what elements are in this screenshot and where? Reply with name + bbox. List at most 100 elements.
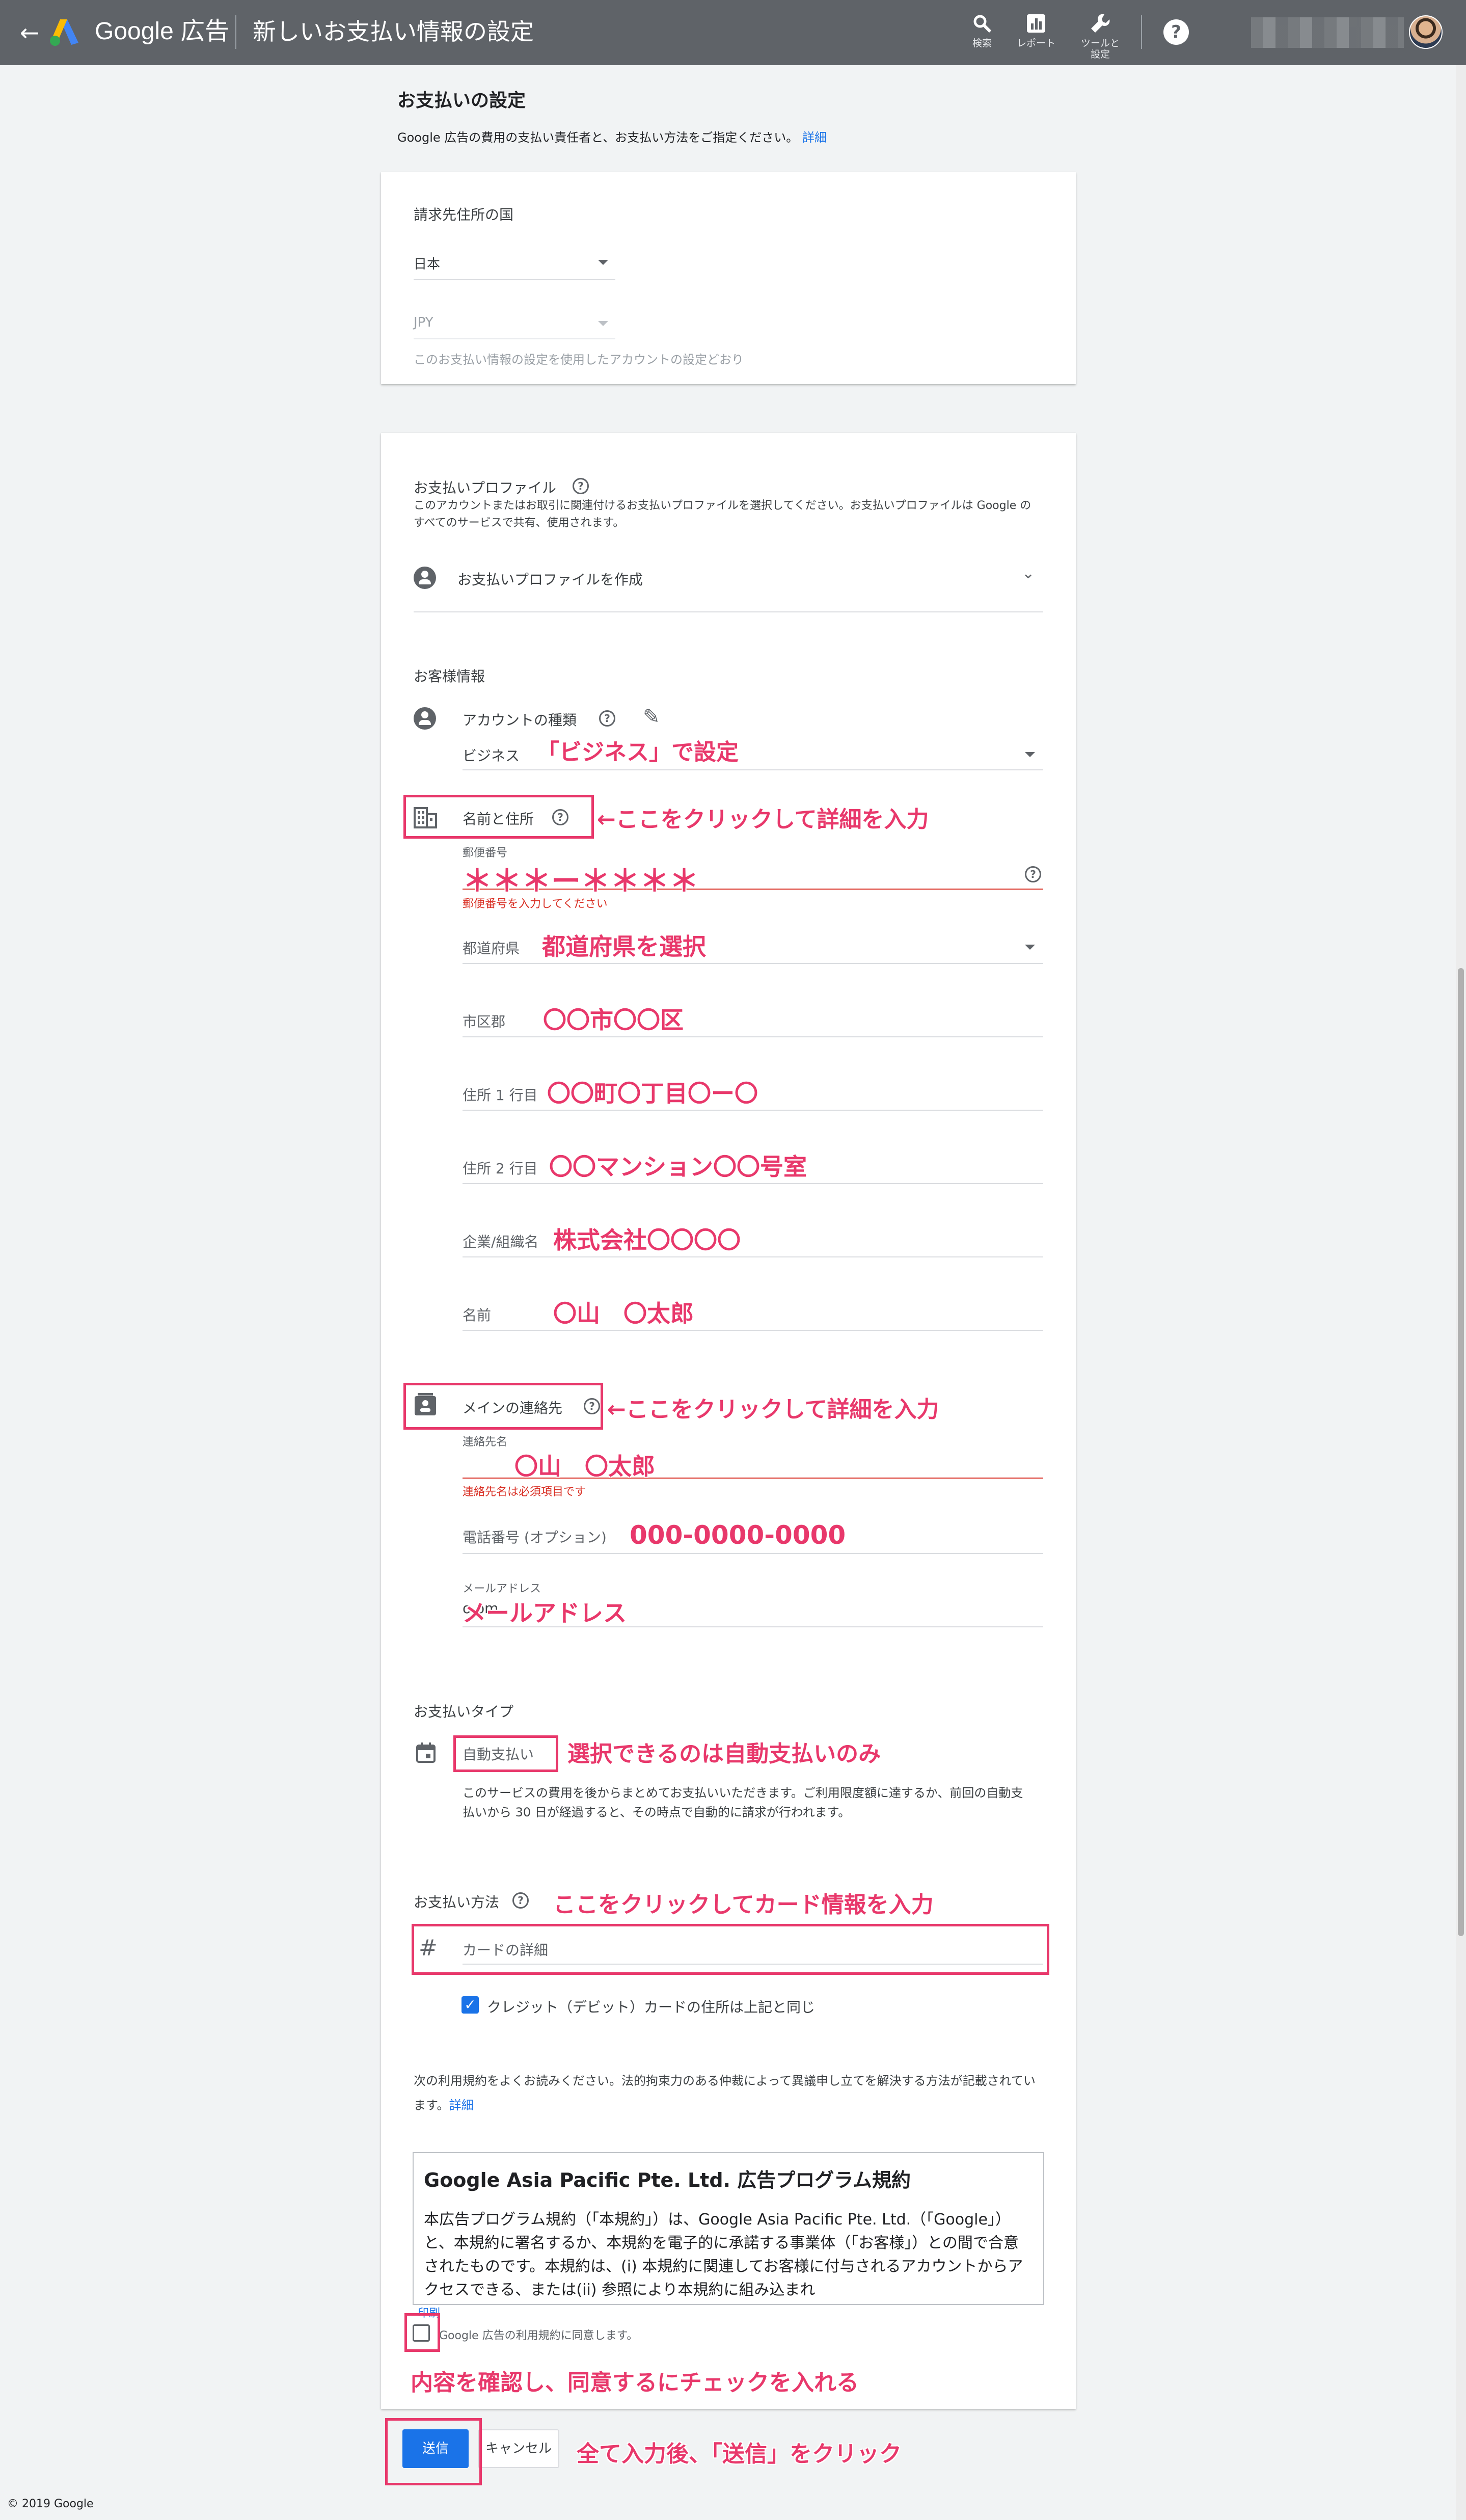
same-address-checkbox[interactable]: ✓ [461,1996,479,2014]
address2-label: 住所 2 行目 [463,1160,538,1177]
company-input-underline[interactable] [463,1256,1043,1257]
search-tool-button[interactable]: 検索 [952,9,1013,49]
account-type-value[interactable]: ビジネス [463,745,520,765]
calendar-icon [416,1742,436,1763]
phone-input-underline[interactable] [463,1553,1043,1554]
annotation-email: メールアドレス [463,1599,627,1627]
page-description-text: Google 広告の費用の支払い責任者と、お支払い方法をご指定ください。 [397,130,799,145]
search-icon [952,9,1013,38]
city-label: 市区郡 [463,1013,506,1030]
scrollbar-thumb[interactable] [1458,968,1464,1936]
search-tool-label: 検索 [972,38,992,49]
avatar[interactable] [1409,15,1443,49]
payment-method-heading: お支払い方法 [414,1894,500,1911]
top-app-bar: ← Google 広告 新しいお支払い情報の設定 検索 レポート ツールと 設定… [0,0,1466,65]
tools-settings-button[interactable]: ツールと 設定 [1070,9,1131,60]
payments-profile-select[interactable]: お支払いプロファイルを作成 [457,569,643,589]
back-arrow-icon[interactable]: ← [14,17,45,48]
country-select-underline [414,279,615,280]
annotation-postal-mask: ＊＊＊ー＊＊＊＊ [463,864,699,898]
terms-body: 本広告プログラム規約（「本規約」）は、Google Asia Pacific P… [424,2211,1023,2299]
account-type-label: アカウントの種類 [463,712,577,729]
terms-scroll-box[interactable]: Google Asia Pacific Pte. Ltd. 広告プログラム規約 … [413,2152,1044,2305]
payment-type-description: このサービスの費用を後からまとめてお支払いいただきます。ご利用限度額に達するか、… [463,1786,1023,1819]
city-input-underline[interactable] [463,1036,1043,1037]
cancel-button[interactable]: キャンセル [478,2429,559,2468]
company-label: 企業/組織名 [463,1234,539,1250]
address1-input-underline[interactable] [463,1110,1043,1111]
annotation-payment-type: 選択できるのは自動支払いのみ [567,1741,881,1767]
report-tool-label: レポート [1016,38,1055,49]
prefecture-dropdown-icon[interactable] [1025,945,1035,950]
help-circle-icon[interactable]: ? [1025,866,1041,882]
tools-label-line2: 設定 [1090,49,1110,60]
account-info-redacted[interactable] [1251,17,1404,48]
annotation-click-contact: ←ここをクリックして詳細を入力 [607,1397,939,1423]
contact-name-label: 連絡先名 [463,1436,508,1449]
annotation-name: 〇山 〇太郎 [553,1300,694,1327]
payment-type-heading: お支払いタイプ [414,1703,514,1720]
annotation-address2: 〇〇マンション〇〇号室 [549,1153,807,1181]
account-type-underline [463,769,1043,770]
wrench-icon [1070,9,1131,38]
annotation-agree: 内容を確認し、同意するにチェックを入れる [411,2370,859,2396]
chevron-down-icon[interactable]: ⌄ [1022,565,1035,582]
phone-label: 電話番号 (オプション) [463,1529,607,1546]
terms-title: Google Asia Pacific Pte. Ltd. 広告プログラム規約 [424,2169,911,2191]
prefecture-underline [463,963,1043,964]
annotation-click-name: ←ここをクリックして詳細を入力 [597,807,929,833]
annotation-business: 「ビジネス」で設定 [537,739,739,765]
edit-pencil-icon[interactable]: ✎ [643,705,660,729]
report-tool-button[interactable]: レポート [1006,9,1067,49]
address2-input-underline[interactable] [463,1183,1043,1184]
agree-terms-label: Google 広告の利用規約に同意します。 [439,2329,638,2342]
customer-info-heading: お客様情報 [414,668,485,685]
product-name: Google 広告 [95,18,230,45]
payments-profile-heading: お支払いプロファイル [414,479,557,496]
contact-name-error: 連絡先名は必須項目です [463,1486,586,1498]
currency-select-underline [414,338,615,339]
annotation-box-name-address [403,795,594,839]
page-description: Google 広告の費用の支払い責任者と、お支払い方法をご指定ください。 詳細 [397,127,827,145]
payments-profile-description: このアカウントまたはお取引に関連付けるお支払いプロファイルを選択してください。お… [414,499,1031,529]
currency-dropdown-icon [598,321,608,326]
details-link[interactable]: 詳細 [802,130,827,145]
annotation-prefecture: 都道府県を選択 [542,933,706,960]
billing-country-heading: 請求先住所の国 [414,206,514,223]
annotation-company: 株式会社〇〇〇〇 [553,1226,741,1254]
terms-intro: 次の利用規約をよくお読みください。法的拘束力のある仲裁によって異議申し立てを解決… [414,2069,1045,2117]
annotation-box-payment-type [453,1735,558,1772]
account-circle-icon [414,567,436,589]
help-circle-icon[interactable]: ? [512,1892,529,1909]
account-circle-icon [414,707,436,730]
header-divider [235,15,236,49]
help-circle-icon[interactable]: ? [573,478,589,494]
terms-details-link[interactable]: 詳細 [449,2098,474,2112]
page-title: お支払いの設定 [397,90,526,111]
country-select-value[interactable]: 日本 [414,254,440,273]
country-dropdown-icon[interactable] [598,260,608,265]
address1-label: 住所 1 行目 [463,1087,538,1104]
report-icon [1006,9,1067,38]
help-circle-icon[interactable]: ? [599,710,615,727]
account-type-dropdown-icon[interactable] [1025,752,1035,757]
prefecture-label: 都道府県 [463,940,520,957]
terms-intro-text: 次の利用規約をよくお読みください。法的拘束力のある仲裁によって異議申し立てを解決… [414,2074,1036,2112]
page-header-title: 新しいお支払い情報の設定 [253,18,534,45]
annotation-phone: 000-0000-0000 [630,1520,846,1550]
annotation-city: 〇〇市〇〇区 [543,1006,684,1034]
name-label: 名前 [463,1307,492,1324]
header-divider [1141,15,1142,49]
annotation-contact-name: 〇山 〇太郎 [514,1453,655,1480]
profile-divider [414,611,1043,612]
same-address-label: クレジット（デビット）カードの住所は上記と同じ [487,1999,816,2016]
name-input-underline[interactable] [463,1330,1043,1331]
annotation-box-submit [385,2418,482,2485]
annotation-card: ここをクリックしてカード情報を入力 [553,1892,934,1918]
copyright-footer: © 2019 Google [7,2498,94,2510]
annotation-box-card-details [412,1924,1049,1975]
annotation-box-main-contact [403,1383,603,1430]
email-label: メールアドレス [463,1583,541,1595]
tools-label-line1: ツールと [1080,38,1120,49]
help-icon[interactable]: ? [1163,19,1189,45]
